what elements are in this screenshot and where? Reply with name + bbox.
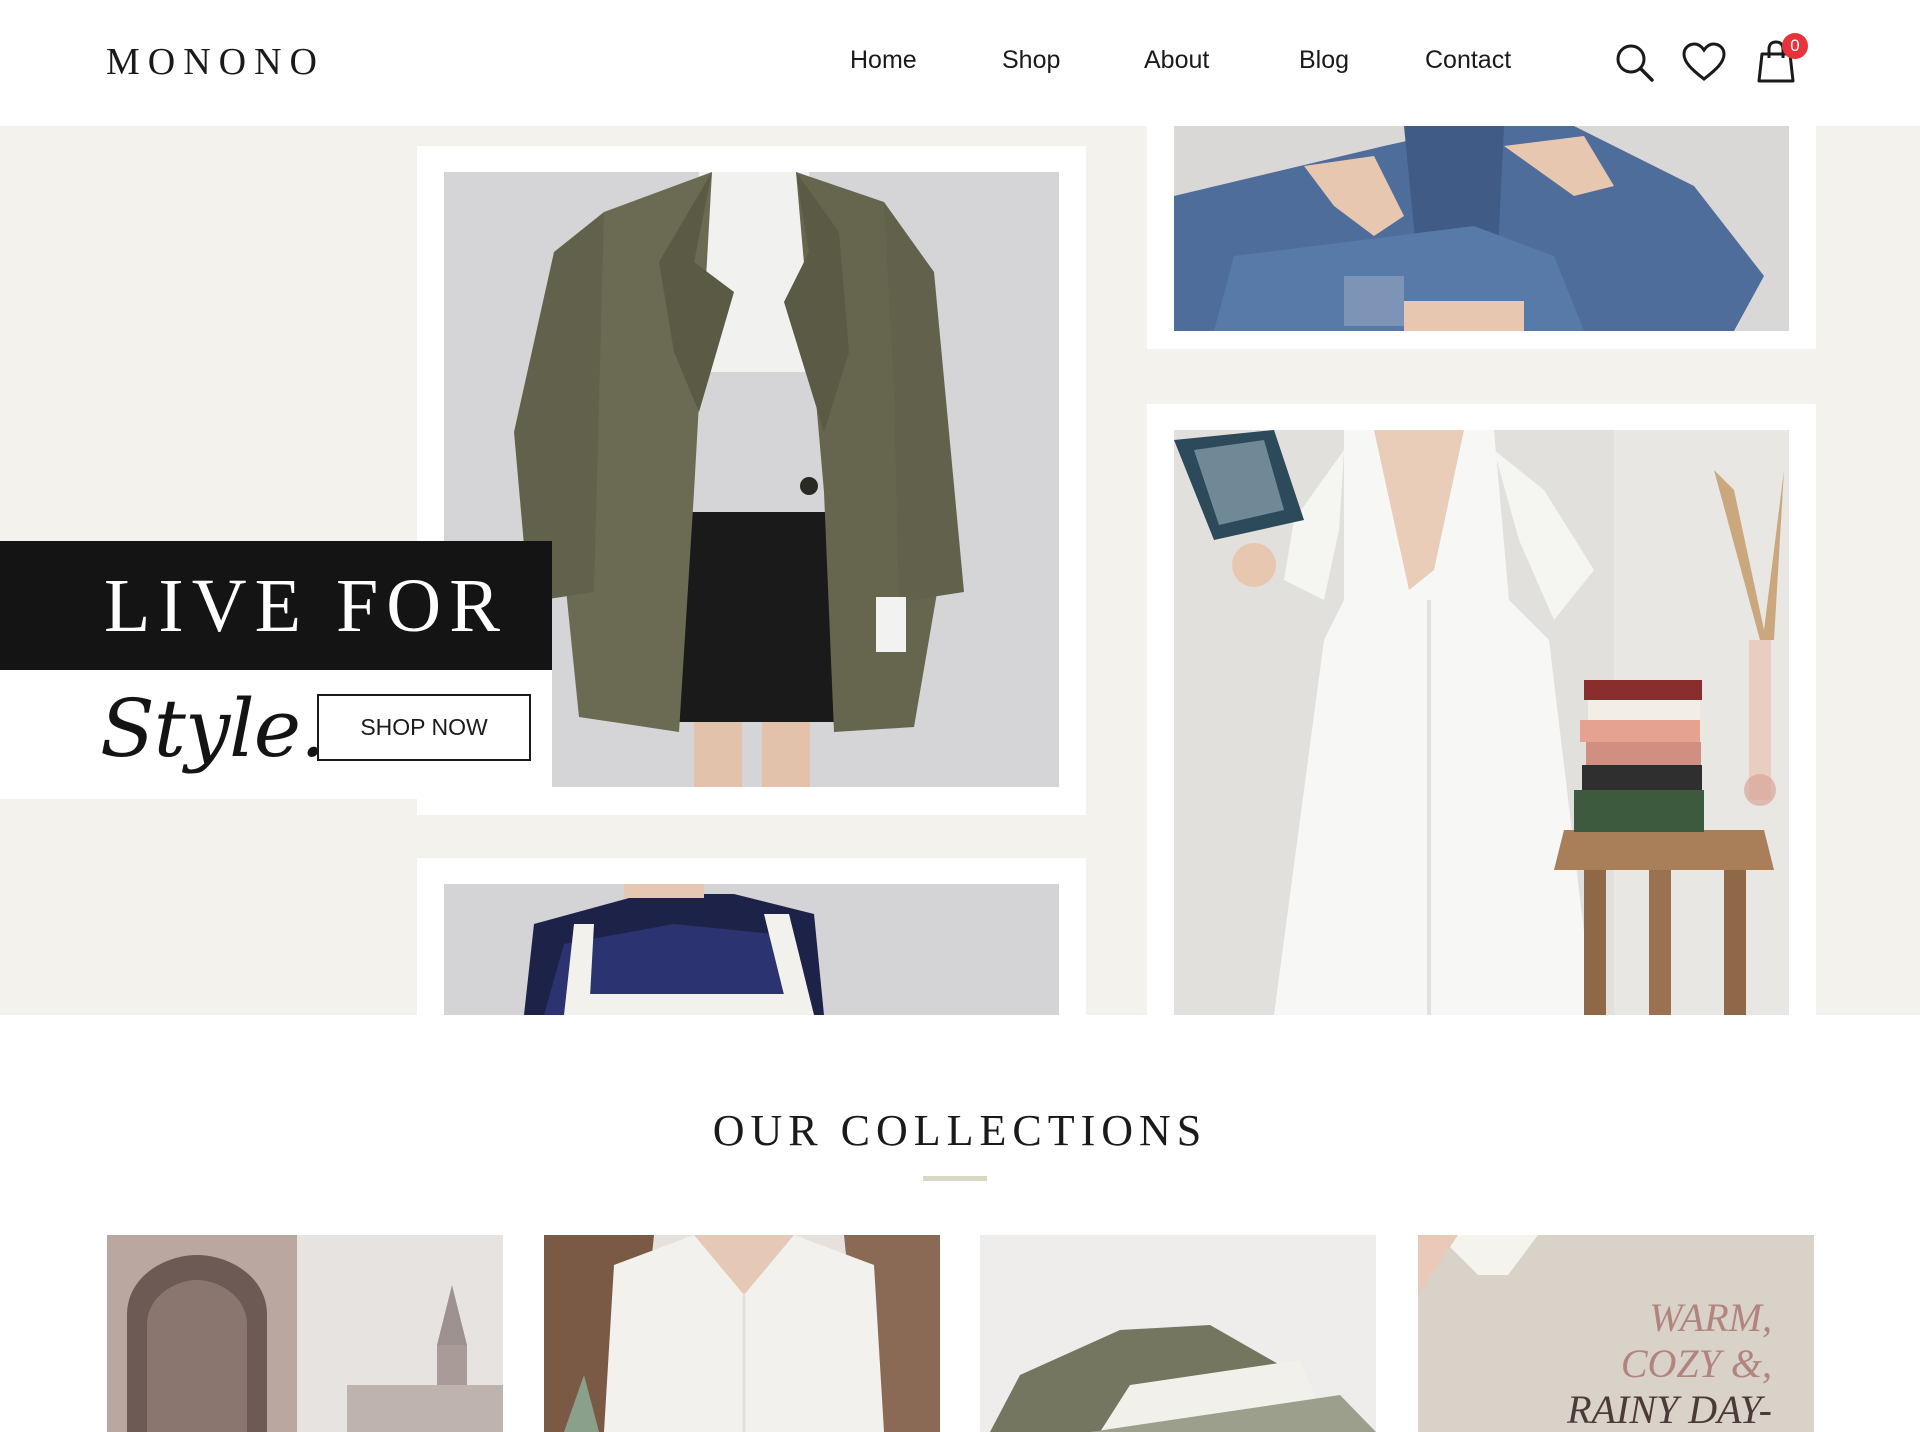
collection-card-4[interactable]: WARM, COZY &, RAINY DAY-: [1418, 1235, 1814, 1432]
hero-section: LIVE FOR Style. SHOP NOW: [0, 126, 1920, 1015]
collections-title: OUR COLLECTIONS: [712, 1106, 1208, 1155]
brand-logo[interactable]: MONONO: [106, 40, 325, 84]
hero-photo-dress[interactable]: [1174, 430, 1789, 1015]
cart-count-badge: 0: [1782, 33, 1808, 59]
collection-card-3[interactable]: [980, 1235, 1376, 1432]
nav-about[interactable]: About: [1144, 46, 1209, 75]
card4-line-2: COZY &,: [1620, 1341, 1772, 1386]
collection-card-1[interactable]: [107, 1235, 503, 1432]
hero-script-text: Style.: [100, 682, 326, 775]
nav-shop[interactable]: Shop: [1002, 46, 1060, 75]
nav-blog[interactable]: Blog: [1299, 46, 1349, 75]
card4-line-1: WARM,: [1649, 1295, 1772, 1340]
hero-banner-title: LIVE FOR: [0, 541, 552, 670]
site-header: MONONO Home Shop About Blog Contact 0: [0, 0, 1920, 126]
card4-line-3: RAINY DAY-: [1567, 1387, 1772, 1432]
collection-card-2[interactable]: [544, 1235, 940, 1432]
shop-now-button[interactable]: SHOP NOW: [317, 694, 531, 761]
search-icon[interactable]: [1614, 42, 1656, 84]
hero-photo-jeans[interactable]: [1174, 126, 1789, 331]
nav-contact[interactable]: Contact: [1425, 46, 1511, 75]
hero-title: LIVE FOR: [104, 564, 508, 648]
hero-banner-cta: Style. SHOP NOW: [0, 670, 552, 799]
hero-photo-velvet[interactable]: [444, 884, 1059, 1015]
heart-icon[interactable]: [1681, 42, 1727, 82]
collections-title-underline: [923, 1176, 987, 1181]
nav-home[interactable]: Home: [850, 46, 917, 75]
collection-card-4-text: WARM, COZY &, RAINY DAY-: [1418, 1295, 1772, 1432]
